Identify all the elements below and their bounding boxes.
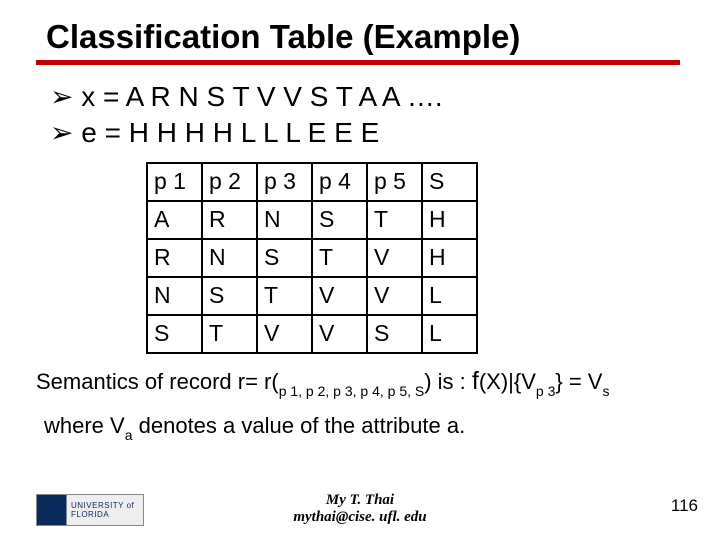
cell: V [257,315,312,353]
bullet-e: ➢ e = H H H H L L L E E E [36,115,680,151]
cell: T [202,315,257,353]
cell: p 2 [202,163,257,201]
cell: S [312,201,367,239]
author-credit: My T. Thai mythai@cise. ufl. edu [0,492,720,527]
cell: T [257,277,312,315]
cell: H [422,201,477,239]
table-row: N S T V V L [147,277,477,315]
sem-mid: ) is : [424,369,472,394]
sem-fx: (X)|{V [479,369,536,394]
cell: L [422,277,477,315]
sem-s: s [602,383,609,399]
classification-table: p 1 p 2 p 3 p 4 p 5 S A R N S T H R N S … [146,162,680,354]
cell: H [422,239,477,277]
cell: R [202,201,257,239]
cell: R [147,239,202,277]
cell: S [257,239,312,277]
cell: V [367,277,422,315]
where-prefix: where V [44,413,125,438]
cell: T [367,201,422,239]
cell: p 4 [312,163,367,201]
cell: S [422,163,477,201]
cell: N [147,277,202,315]
cell: p 1 [147,163,202,201]
cell: N [202,239,257,277]
table-row: S T V V S L [147,315,477,353]
table-row: A R N S T H [147,201,477,239]
bullet-x: ➢ x = A R N S T V V S T A A …. [36,79,680,115]
page-number: 116 [671,496,698,516]
bullet-e-text: e = H H H H L L L E E E [81,117,379,148]
cell: A [147,201,202,239]
cell: p 5 [367,163,422,201]
slide-title: Classification Table (Example) [36,18,680,56]
cell: V [367,239,422,277]
sem-f: f [472,367,479,395]
sem-brace: } = V [555,369,602,394]
cell: V [312,315,367,353]
where-a: a [125,427,133,443]
cell: S [147,315,202,353]
triangle-icon: ➢ [50,81,73,112]
cell: S [367,315,422,353]
triangle-icon: ➢ [50,117,73,148]
cell: p 3 [257,163,312,201]
where-rest: denotes a value of the attribute a. [133,413,466,438]
cell: T [312,239,367,277]
sem-args: p 1, p 2, p 3, p 4, p 5, S [279,383,425,399]
author-name: My T. Thai [0,492,720,509]
where-line: where Va denotes a value of the attribut… [36,413,680,441]
title-rule [36,60,680,65]
table-row: R N S T V H [147,239,477,277]
cell: V [312,277,367,315]
sem-prefix: Semantics of record r= r( [36,369,279,394]
bullet-x-text: x = A R N S T V V S T A A …. [81,81,442,112]
cell: N [257,201,312,239]
cell: S [202,277,257,315]
author-email: mythai@cise. ufl. edu [0,509,720,526]
semantics-line: Semantics of record r= r(p 1, p 2, p 3, … [36,366,680,399]
sem-p3: p 3 [536,383,555,399]
cell: L [422,315,477,353]
table-row: p 1 p 2 p 3 p 4 p 5 S [147,163,477,201]
